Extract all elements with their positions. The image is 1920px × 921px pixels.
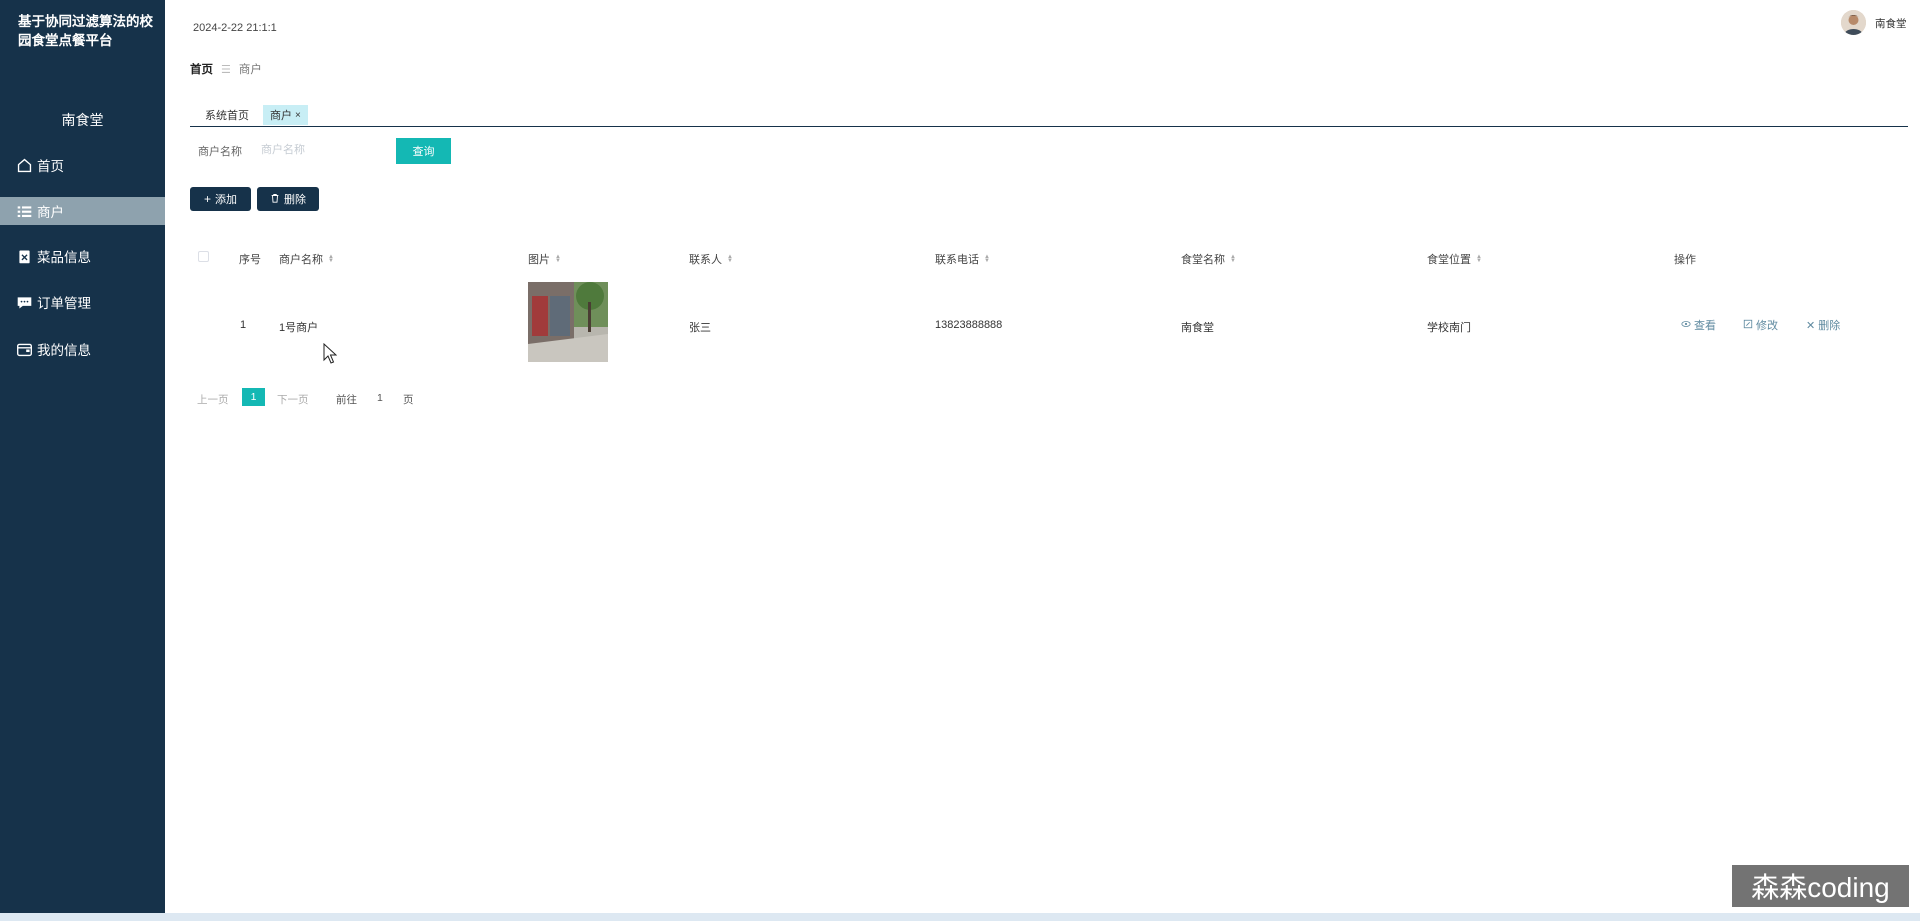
select-all-checkbox[interactable] (198, 251, 209, 262)
add-button-label: 添加 (215, 194, 237, 206)
clipboard-icon (15, 247, 33, 265)
cell-phone: 13823888888 (935, 319, 1003, 331)
sort-icon[interactable]: ▲ ▼ (1230, 254, 1236, 264)
breadcrumb: 首页 ☰ 商户 (190, 61, 262, 77)
column-header-actions: 操作 (1674, 254, 1696, 266)
delete-button-label: 删除 (284, 194, 306, 206)
sort-icon[interactable]: ▲ ▼ (727, 254, 733, 264)
list-icon (15, 202, 33, 220)
trash-icon (270, 192, 280, 206)
edit-label: 修改 (1756, 320, 1778, 332)
page-number-1[interactable]: 1 (242, 388, 265, 406)
page-jump-input[interactable]: 1 (377, 392, 383, 404)
next-page-button[interactable]: 下一页 (277, 392, 309, 407)
tab-label: 系统首页 (205, 110, 249, 122)
merchant-name-input[interactable] (253, 138, 381, 162)
breadcrumb-current: 商户 (238, 64, 262, 76)
sidebar: 基于协同过滤算法的校园食堂点餐平台 南食堂 首页 商户 菜品信息 订单管理 我的… (0, 0, 165, 914)
home-icon (15, 156, 33, 174)
eye-icon (1681, 319, 1691, 332)
avatar[interactable] (1841, 10, 1866, 35)
prev-page-button[interactable]: 上一页 (197, 392, 229, 407)
cell-location: 学校南门 (1427, 322, 1471, 334)
cell-contact: 张三 (689, 322, 711, 334)
sidebar-item-dishes[interactable]: 菜品信息 (0, 242, 165, 270)
column-header-merchant-name[interactable]: 商户名称 ▲ ▼ (279, 251, 334, 267)
sidebar-item-profile[interactable]: 我的信息 (0, 335, 165, 363)
tab-merchant[interactable]: 商户 × (263, 105, 308, 125)
header-username[interactable]: 南食堂 (1875, 16, 1907, 31)
column-header-contact[interactable]: 联系人 ▲ ▼ (689, 251, 733, 267)
sort-icon[interactable]: ▲ ▼ (555, 254, 561, 264)
view-label: 查看 (1694, 320, 1716, 332)
sidebar-item-label: 首页 (37, 159, 64, 174)
sidebar-item-merchant[interactable]: 商户 (0, 197, 165, 225)
sort-icon[interactable]: ▲ ▼ (984, 254, 990, 264)
close-icon[interactable]: × (295, 110, 301, 121)
wallet-icon (15, 340, 33, 358)
datetime: 2024-2-22 21:1:1 (193, 22, 277, 34)
column-header-image[interactable]: 图片 ▲ ▼ (528, 251, 561, 267)
merchant-image[interactable] (528, 282, 608, 362)
column-header-index: 序号 (239, 254, 261, 266)
sidebar-item-orders[interactable]: 订单管理 (0, 288, 165, 316)
close-icon: ✕ (1806, 319, 1816, 332)
cell-canteen: 南食堂 (1181, 322, 1214, 334)
sidebar-item-label: 菜品信息 (37, 250, 91, 265)
tab-label: 商户 (270, 110, 292, 122)
chat-icon (15, 293, 33, 311)
sort-icon[interactable]: ▲ ▼ (328, 254, 334, 264)
edit-icon (1743, 319, 1753, 332)
tab-home[interactable]: 系统首页 (198, 105, 256, 125)
sort-icon[interactable]: ▲ ▼ (1476, 254, 1482, 264)
delete-button[interactable]: 删除 (257, 187, 319, 211)
sidebar-item-home[interactable]: 首页 (0, 151, 165, 179)
column-header-canteen[interactable]: 食堂名称 ▲ ▼ (1181, 251, 1236, 267)
column-header-phone[interactable]: 联系电话 ▲ ▼ (935, 251, 990, 267)
view-button[interactable]: 查看 (1681, 317, 1716, 333)
column-header-location[interactable]: 食堂位置 ▲ ▼ (1427, 251, 1482, 267)
edit-button[interactable]: 修改 (1743, 317, 1778, 333)
watermark: 森森coding (1732, 865, 1909, 907)
breadcrumb-separator-icon: ☰ (221, 63, 231, 76)
mouse-cursor-icon (323, 343, 337, 364)
breadcrumb-home[interactable]: 首页 (190, 61, 213, 77)
row-delete-button[interactable]: ✕ 删除 (1806, 317, 1840, 333)
plus-icon: + (203, 192, 211, 206)
app-title: 基于协同过滤算法的校园食堂点餐平台 (18, 14, 153, 48)
sidebar-item-label: 我的信息 (37, 343, 91, 358)
add-button[interactable]: + 添加 (190, 187, 251, 211)
taskbar (0, 913, 1920, 921)
sidebar-item-label: 订单管理 (37, 296, 91, 311)
search-label: 商户名称 (198, 146, 242, 158)
sidebar-item-label: 商户 (37, 205, 64, 220)
tabs-bar: 系统首页 商户 × (190, 104, 1908, 127)
row-delete-label: 删除 (1818, 320, 1841, 332)
query-button[interactable]: 查询 (396, 138, 451, 164)
sidebar-username: 南食堂 (61, 112, 104, 128)
goto-label: 前往 (336, 394, 357, 406)
cell-index: 1 (240, 319, 247, 331)
cell-merchant-name: 1号商户 (279, 322, 319, 334)
page-unit-label: 页 (403, 394, 414, 406)
